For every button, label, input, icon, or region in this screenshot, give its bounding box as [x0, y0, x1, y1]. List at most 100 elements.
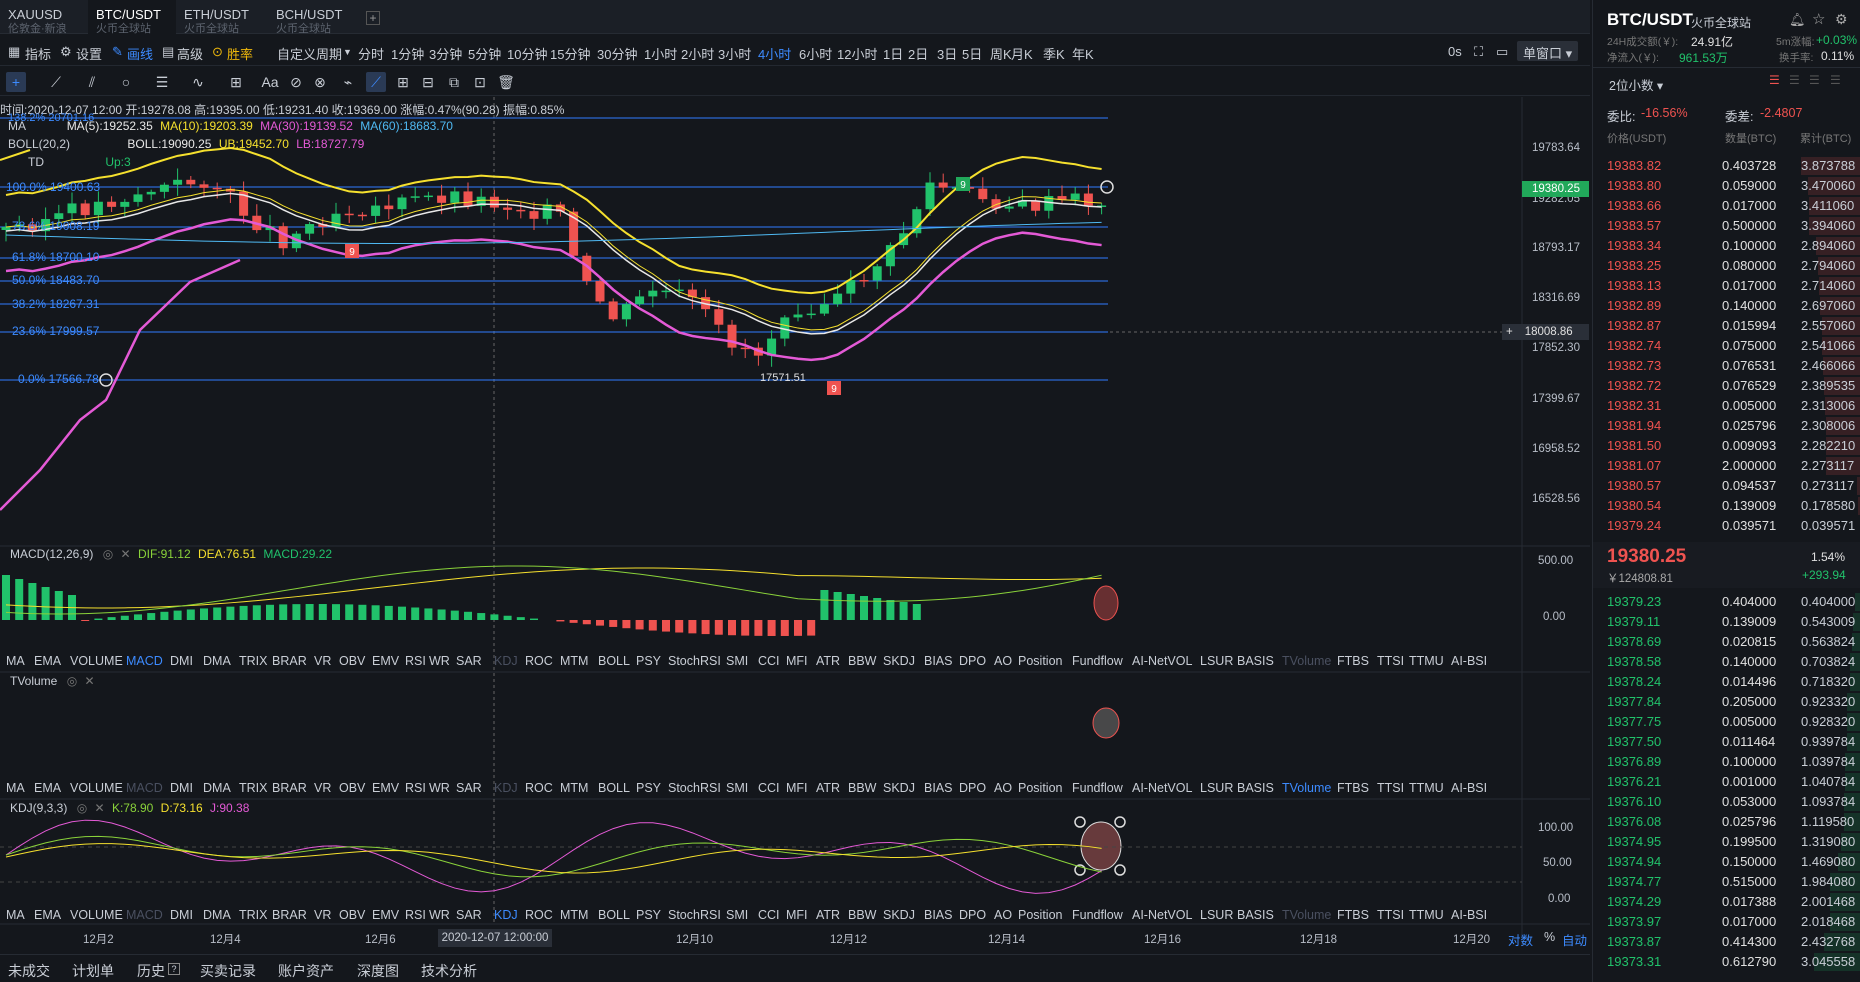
indicator-bias[interactable]: BIAS	[924, 781, 953, 795]
bid-row[interactable]: 19376.21 0.001000 1.040784	[1593, 772, 1860, 792]
tab-history[interactable]: 历史	[137, 961, 165, 981]
tab-bchusdt[interactable]: BCH/USDT 火币全球站	[268, 0, 360, 36]
indicator-trix[interactable]: TRIX	[239, 781, 267, 795]
ask-row[interactable]: 19383.13 0.017000 2.714060	[1593, 276, 1860, 296]
bid-row[interactable]: 19376.08 0.025796 1.119580	[1593, 812, 1860, 832]
indicator-rsi[interactable]: RSI	[405, 908, 426, 922]
indicator-smi[interactable]: SMI	[726, 908, 748, 922]
layout-trades-icon[interactable]: ☰	[1830, 73, 1841, 87]
log-scale-toggle[interactable]: 对数	[1508, 930, 1533, 949]
eye-icon[interactable]: ◎	[77, 801, 87, 815]
tab-trade-records[interactable]: 买卖记录	[200, 961, 256, 981]
indicator-boll[interactable]: BOLL	[598, 781, 630, 795]
ask-row[interactable]: 19383.66 0.017000 3.411060	[1593, 196, 1860, 216]
indicator-roc[interactable]: ROC	[525, 908, 553, 922]
indicator-bias[interactable]: BIAS	[924, 654, 953, 668]
indicator-brar[interactable]: BRAR	[272, 908, 307, 922]
add-tab-button[interactable]: +	[366, 11, 380, 25]
indicator-emv[interactable]: EMV	[372, 654, 399, 668]
wave-tool-icon[interactable]: ∿	[188, 72, 208, 92]
indicator-vr[interactable]: VR	[314, 781, 331, 795]
indicator-boll[interactable]: BOLL	[598, 908, 630, 922]
crosshair-icon[interactable]: +	[6, 72, 26, 92]
indicator-position[interactable]: Position	[1018, 908, 1062, 922]
indicator-dmi[interactable]: DMI	[170, 654, 193, 668]
indicator-ao[interactable]: AO	[994, 781, 1012, 795]
indicator-volume[interactable]: VOLUME	[70, 654, 123, 668]
ask-row[interactable]: 19382.87 0.015994 2.557060	[1593, 316, 1860, 336]
indicator-sar[interactable]: SAR	[456, 781, 482, 795]
indicator-dpo[interactable]: DPO	[959, 654, 986, 668]
indicator-mtm[interactable]: MTM	[560, 781, 588, 795]
period-6[interactable]: 30分钟	[597, 44, 637, 63]
indicator-ma[interactable]: MA	[6, 781, 25, 795]
indicator-ttsi[interactable]: TTSI	[1377, 908, 1404, 922]
ask-row[interactable]: 19383.80 0.059000 3.470060	[1593, 176, 1860, 196]
indicator-basis[interactable]: BASIS	[1237, 654, 1274, 668]
ask-row[interactable]: 19383.34 0.100000 2.894060	[1593, 236, 1860, 256]
indicator-mtm[interactable]: MTM	[560, 654, 588, 668]
brush-icon[interactable]: ⊗	[310, 72, 330, 92]
zero-s-button[interactable]: 0s	[1448, 44, 1462, 59]
layout-asks-icon[interactable]: ☰	[1789, 73, 1800, 87]
indicator-mfi[interactable]: MFI	[786, 654, 808, 668]
period-7[interactable]: 1小时	[644, 44, 677, 63]
layout-both-icon[interactable]: ☰	[1769, 73, 1780, 87]
indicator-skdj[interactable]: SKDJ	[883, 781, 915, 795]
indicator-emv[interactable]: EMV	[372, 908, 399, 922]
tab-open-orders[interactable]: 未成交	[8, 961, 50, 981]
period-10[interactable]: 4小时	[758, 44, 791, 63]
indicator-wr[interactable]: WR	[429, 654, 450, 668]
indicator-ftbs[interactable]: FTBS	[1337, 908, 1369, 922]
period-2[interactable]: 3分钟	[429, 44, 462, 63]
ask-row[interactable]: 19382.74 0.075000 2.541066	[1593, 336, 1860, 356]
indicator-obv[interactable]: OBV	[339, 654, 365, 668]
ask-row[interactable]: 19383.57 0.500000 3.394060	[1593, 216, 1860, 236]
indicator-macd[interactable]: MACD	[126, 654, 163, 668]
bid-row[interactable]: 19378.58 0.140000 0.703824	[1593, 652, 1860, 672]
indicator-dmi[interactable]: DMI	[170, 781, 193, 795]
bid-row[interactable]: 19379.23 0.404000 0.404000	[1593, 592, 1860, 612]
indicator-ai-bsi[interactable]: AI-BSI	[1451, 781, 1487, 795]
bid-row[interactable]: 19376.10 0.053000 1.093784	[1593, 792, 1860, 812]
indicator-kdj[interactable]: KDJ	[494, 654, 518, 668]
snapshot-icon[interactable]: ⊡	[470, 72, 490, 92]
indicator-wr[interactable]: WR	[429, 908, 450, 922]
indicator-vr[interactable]: VR	[314, 654, 331, 668]
layout-bids-icon[interactable]: ☰	[1809, 73, 1820, 87]
indicator-ttmu[interactable]: TTMU	[1409, 781, 1444, 795]
tab-depth-chart[interactable]: 深度图	[357, 961, 399, 981]
copy-icon[interactable]: ⧉	[444, 72, 464, 92]
indicator-tvolume[interactable]: TVolume	[1282, 781, 1331, 795]
period-4[interactable]: 10分钟	[507, 44, 547, 63]
indicator-macd[interactable]: MACD	[126, 781, 163, 795]
indicator-fundflow[interactable]: Fundflow	[1072, 781, 1123, 795]
tab-btcusdt[interactable]: BTC/USDT 火币全球站	[88, 0, 176, 35]
bid-row[interactable]: 19374.77 0.515000 1.984080	[1593, 872, 1860, 892]
fullscreen-icon[interactable]: ⛶	[1474, 44, 1483, 60]
ask-row[interactable]: 19383.82 0.403728 3.873788	[1593, 156, 1860, 176]
indicator-sar[interactable]: SAR	[456, 654, 482, 668]
ask-row[interactable]: 19380.54 0.139009 0.178580	[1593, 496, 1860, 516]
indicators-button[interactable]: 指标	[25, 44, 51, 63]
tab-xauusd[interactable]: XAUUSD 伦敦金·新浪	[0, 0, 86, 36]
indicator-cci[interactable]: CCI	[758, 654, 780, 668]
indicator-basis[interactable]: BASIS	[1237, 908, 1274, 922]
indicator-ma[interactable]: MA	[6, 654, 25, 668]
auto-scale-toggle[interactable]: 自动	[1562, 930, 1587, 949]
period-14[interactable]: 2日	[908, 44, 928, 63]
indicator-basis[interactable]: BASIS	[1237, 781, 1274, 795]
ask-row[interactable]: 19379.24 0.039571 0.039571	[1593, 516, 1860, 536]
close-icon[interactable]: ✕	[85, 674, 95, 688]
lock-icon[interactable]: ⊞	[393, 72, 413, 92]
indicator-ai-netvol[interactable]: AI-NetVOL	[1132, 908, 1192, 922]
period-17[interactable]: 周K	[990, 44, 1012, 63]
indicator-lsur[interactable]: LSUR	[1200, 654, 1233, 668]
indicator-cci[interactable]: CCI	[758, 908, 780, 922]
line-tool-icon[interactable]: ⟋	[46, 72, 66, 92]
ask-row[interactable]: 19380.57 0.094537 0.273117	[1593, 476, 1860, 496]
indicator-stochrsi[interactable]: StochRSI	[668, 908, 721, 922]
indicator-psy[interactable]: PSY	[636, 781, 661, 795]
indicator-mfi[interactable]: MFI	[786, 908, 808, 922]
indicator-brar[interactable]: BRAR	[272, 654, 307, 668]
